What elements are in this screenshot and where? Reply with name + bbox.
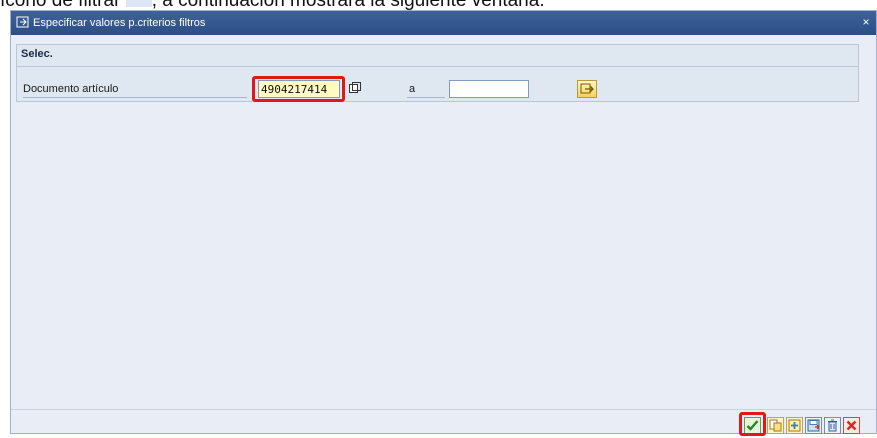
multiple-selection-icon[interactable] (348, 82, 361, 95)
selection-options-button[interactable] (577, 80, 597, 98)
highlight-box-confirm (739, 412, 766, 436)
selection-group: Selec. Documento artículo a (16, 44, 859, 102)
copy-button[interactable] (767, 417, 784, 434)
material-document-label: Documento artículo (23, 83, 119, 95)
add-criteria-icon (788, 419, 801, 432)
group-divider (17, 66, 858, 67)
dialog-title: Especificar valores p.criterios filtros (33, 17, 206, 29)
footer-divider (11, 409, 876, 410)
arrow-right-icon (580, 83, 594, 94)
window-icon (16, 16, 29, 28)
highlight-box-from-field (252, 76, 345, 102)
cancel-icon (846, 420, 857, 431)
save-variant-icon (807, 419, 820, 432)
group-title: Selec. (21, 48, 53, 60)
delete-icon (828, 419, 837, 432)
label-underline (23, 97, 247, 98)
dialog-titlebar: Especificar valores p.criterios filtros … (11, 11, 876, 35)
close-icon[interactable]: × (859, 15, 873, 29)
filter-icon-placeholder (125, 0, 152, 7)
to-label: a (409, 83, 416, 95)
cancel-button[interactable] (843, 417, 860, 434)
save-variant-button[interactable] (805, 417, 822, 434)
caption-right-text: , a continuación mostrará la siguiente v… (152, 0, 545, 10)
instruction-caption: ícono de filtrar , a continuación mostra… (0, 0, 877, 10)
delete-button[interactable] (824, 417, 841, 434)
add-criteria-button[interactable] (786, 417, 803, 434)
caption-left-text: ícono de filtrar (0, 0, 120, 10)
copy-icon (769, 419, 782, 432)
filter-criteria-dialog: Especificar valores p.criterios filtros … (10, 10, 877, 436)
material-document-to-input[interactable] (449, 80, 529, 98)
to-label-underline (407, 97, 445, 98)
